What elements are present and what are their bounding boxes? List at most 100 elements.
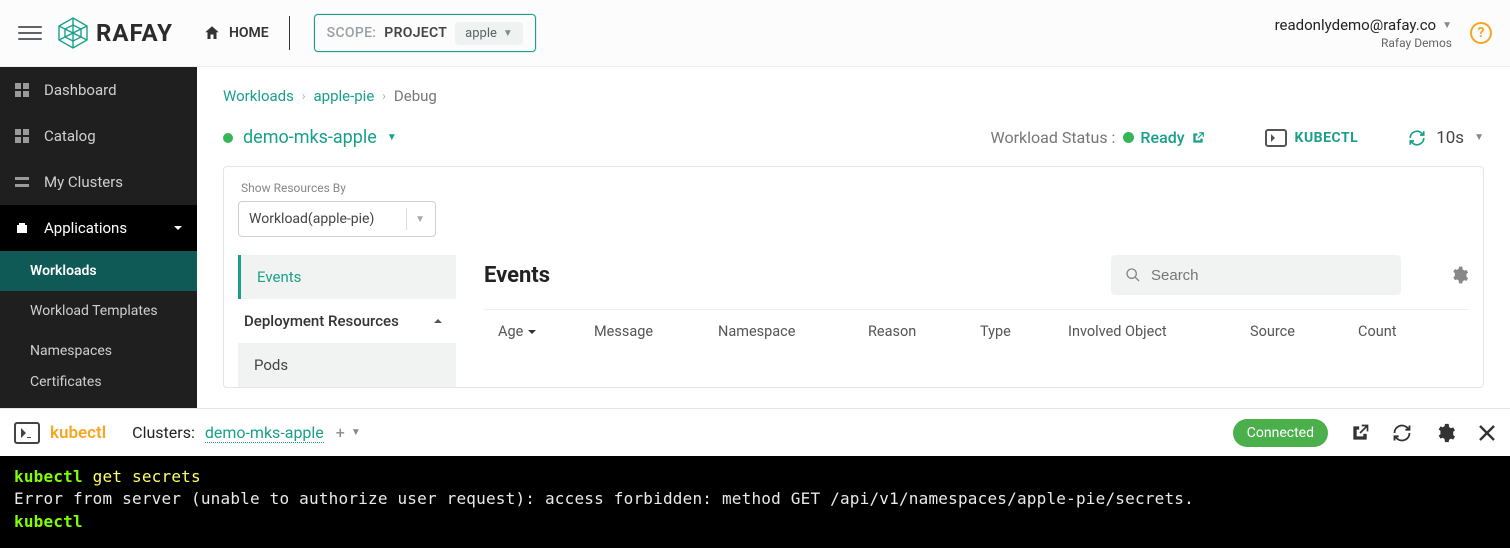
status-ready-link[interactable]: Ready — [1123, 128, 1204, 147]
help-icon[interactable]: ? — [1470, 22, 1492, 44]
sidebar-sub-namespaces[interactable]: Namespaces — [0, 331, 197, 371]
tree-item-pods[interactable]: Pods — [238, 343, 456, 387]
terminal-prompt: kubectl — [14, 467, 83, 486]
chevron-up-icon — [432, 315, 444, 327]
resource-tree: Events Deployment Resources Pods — [238, 255, 456, 387]
breadcrumb-current: Debug — [394, 87, 437, 105]
resources-panel: Show Resources By Workload(apple-pie) ▼ … — [223, 166, 1484, 388]
sidebar-sub-certificates[interactable]: Certificates — [0, 371, 197, 393]
kubectl-brand: kubectl — [50, 423, 106, 443]
events-search-input[interactable] — [1151, 267, 1387, 284]
close-terminal-button[interactable] — [1478, 424, 1496, 442]
external-link-icon — [1191, 131, 1205, 145]
tree-label: Events — [257, 268, 301, 286]
user-email: readonlydemo@rafay.co — [1275, 16, 1436, 34]
sidebar-sub-label: Certificates — [30, 374, 102, 390]
sidebar-sub-label: Workload Templates — [30, 303, 158, 319]
divider — [289, 16, 290, 50]
cluster-selector[interactable]: demo-mks-apple ▼ — [223, 127, 397, 148]
main-content: Workloads › apple-pie › Debug demo-mks-a… — [197, 67, 1510, 408]
scope-project-label: PROJECT — [384, 25, 447, 41]
home-button[interactable]: HOME — [203, 24, 269, 42]
user-org: Rafay Demos — [1275, 36, 1452, 50]
user-menu[interactable]: readonlydemo@rafay.co ▼ Rafay Demos — [1275, 16, 1452, 50]
sort-down-icon — [527, 327, 537, 337]
kubectl-toolbar: kubectl Clusters: demo-mks-apple + ▼ Con… — [0, 408, 1510, 456]
terminal-icon — [14, 422, 40, 444]
applications-icon — [14, 220, 30, 236]
status-label: Workload Status : — [991, 128, 1116, 147]
sidebar-sub-workloads[interactable]: Workloads — [0, 251, 197, 291]
resource-filter-select[interactable]: Workload(apple-pie) ▼ — [238, 201, 436, 237]
chevron-right-icon: › — [382, 89, 386, 103]
clusters-label: Clusters: — [132, 423, 195, 442]
home-icon — [203, 24, 221, 42]
logo-icon — [56, 16, 90, 50]
reconnect-button[interactable] — [1392, 423, 1412, 443]
breadcrumb-workload-name[interactable]: apple-pie — [314, 87, 375, 105]
refresh-value: 10s — [1436, 128, 1464, 148]
refresh-icon — [1408, 129, 1426, 147]
chevron-down-icon: ▼ — [387, 132, 397, 143]
sidebar-sub-label: Workloads — [30, 263, 97, 279]
terminal-command: get secrets — [83, 467, 201, 486]
chevron-down-icon[interactable]: ▼ — [351, 427, 361, 438]
column-type[interactable]: Type — [980, 323, 1068, 340]
menu-toggle-button[interactable] — [18, 21, 42, 45]
tree-header-deployment-resources[interactable]: Deployment Resources — [238, 299, 456, 343]
terminal-prompt: kubectl — [14, 512, 83, 531]
dashboard-icon — [14, 82, 30, 98]
sidebar-label: Catalog — [44, 127, 96, 145]
chevron-down-icon: ▼ — [1474, 132, 1484, 143]
filter-value: Workload(apple-pie) — [249, 211, 374, 227]
column-age[interactable]: Age — [484, 323, 594, 340]
kubectl-cluster-tab[interactable]: demo-mks-apple — [205, 423, 324, 443]
breadcrumb: Workloads › apple-pie › Debug — [223, 87, 1484, 105]
column-source[interactable]: Source — [1250, 323, 1358, 340]
open-external-button[interactable] — [1350, 423, 1370, 443]
column-reason[interactable]: Reason — [868, 323, 980, 340]
sidebar-item-applications[interactable]: Applications — [0, 205, 197, 251]
chevron-down-icon: ▼ — [415, 214, 425, 225]
breadcrumb-workloads[interactable]: Workloads — [223, 87, 294, 105]
column-message[interactable]: Message — [594, 323, 718, 340]
add-cluster-tab-button[interactable]: + — [336, 423, 345, 442]
terminal-output[interactable]: kubectl get secrets Error from server (u… — [0, 456, 1510, 548]
chevron-right-icon: › — [302, 89, 306, 103]
filter-label: Show Resources By — [238, 181, 1469, 195]
scope-selector[interactable]: SCOPE: PROJECT apple ▼ — [314, 14, 536, 52]
connection-status-badge: Connected — [1233, 419, 1328, 447]
logo[interactable]: RAFAY — [56, 16, 173, 50]
sidebar-sub-workload-templates[interactable]: Workload Templates — [0, 291, 197, 331]
refresh-interval-selector[interactable]: 10s ▼ — [1408, 128, 1484, 148]
chevron-down-icon — [173, 223, 183, 233]
sidebar-item-catalog[interactable]: Catalog — [0, 113, 197, 159]
scope-prefix: SCOPE: — [327, 25, 377, 41]
sidebar-label: My Clusters — [44, 173, 123, 191]
terminal-settings-button[interactable] — [1434, 422, 1456, 444]
events-table-header: Age Message Namespace Reason Type Involv… — [484, 309, 1469, 353]
events-section: Events Age Mes — [484, 255, 1469, 387]
scope-value: apple — [465, 26, 497, 41]
status-dot-icon — [223, 133, 233, 143]
chevron-down-icon: ▼ — [503, 28, 513, 39]
sidebar-item-dashboard[interactable]: Dashboard — [0, 67, 197, 113]
column-involved-object[interactable]: Involved Object — [1068, 323, 1250, 340]
gear-icon — [1449, 265, 1469, 285]
tree-item-events[interactable]: Events — [238, 255, 456, 299]
events-search[interactable] — [1111, 255, 1401, 295]
terminal-error-line: Error from server (unable to authorize u… — [14, 489, 1194, 508]
clusters-icon — [14, 174, 30, 190]
catalog-icon — [14, 128, 30, 144]
sidebar-item-my-clusters[interactable]: My Clusters — [0, 159, 197, 205]
status-dot-icon — [1123, 132, 1134, 143]
column-count[interactable]: Count — [1358, 323, 1428, 340]
column-namespace[interactable]: Namespace — [718, 323, 868, 340]
kubectl-button[interactable]: KUBECTL — [1265, 129, 1359, 147]
events-title: Events — [484, 263, 550, 288]
tree-header-label: Deployment Resources — [244, 312, 399, 330]
status-value: Ready — [1140, 128, 1184, 147]
logo-text: RAFAY — [96, 19, 173, 47]
table-settings-button[interactable] — [1449, 265, 1469, 285]
scope-value-pill[interactable]: apple ▼ — [455, 22, 523, 45]
